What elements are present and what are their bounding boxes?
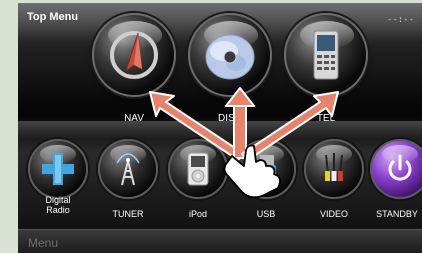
standby-button[interactable] xyxy=(370,139,422,199)
disc-button[interactable] xyxy=(188,13,272,97)
menu-bar-label: Menu xyxy=(28,236,59,250)
disc-icon xyxy=(205,34,255,80)
digital-radio-icon xyxy=(42,153,74,185)
ipod-icon xyxy=(187,152,209,186)
phone-icon xyxy=(313,30,339,80)
video-cable-icon xyxy=(325,153,343,181)
standby-label: STANDBY xyxy=(376,209,418,219)
usb-button[interactable] xyxy=(236,139,296,199)
usb-icon xyxy=(258,155,276,183)
nav-button[interactable] xyxy=(92,13,176,97)
nav-button-label: NAV xyxy=(124,113,144,124)
tuner-label: TUNER xyxy=(112,209,144,219)
usb-label: USB xyxy=(256,209,276,219)
head-unit-screen: Top Menu --:-- NAV DISC TEL Digital Radi… xyxy=(18,3,422,253)
ipod-button[interactable] xyxy=(168,139,228,199)
tel-button-label: TEL xyxy=(316,113,336,124)
digital-radio-button[interactable] xyxy=(28,139,88,199)
menu-bar[interactable]: Menu xyxy=(18,229,422,253)
clock-display: --:-- xyxy=(386,15,414,25)
digital-radio-label: Digital Radio xyxy=(45,195,71,215)
video-button[interactable] xyxy=(304,139,364,199)
power-icon xyxy=(388,154,412,181)
tuner-button[interactable] xyxy=(98,139,158,199)
disc-button-label: DISC xyxy=(218,113,242,124)
tuner-tower-icon xyxy=(116,153,140,186)
device-frame-left xyxy=(0,0,18,253)
navigation-arrow-icon xyxy=(110,31,158,79)
page-title: Top Menu xyxy=(27,11,79,23)
tel-button[interactable] xyxy=(284,13,368,97)
video-label: VIDEO xyxy=(319,209,348,219)
ipod-label: iPod xyxy=(188,209,207,219)
